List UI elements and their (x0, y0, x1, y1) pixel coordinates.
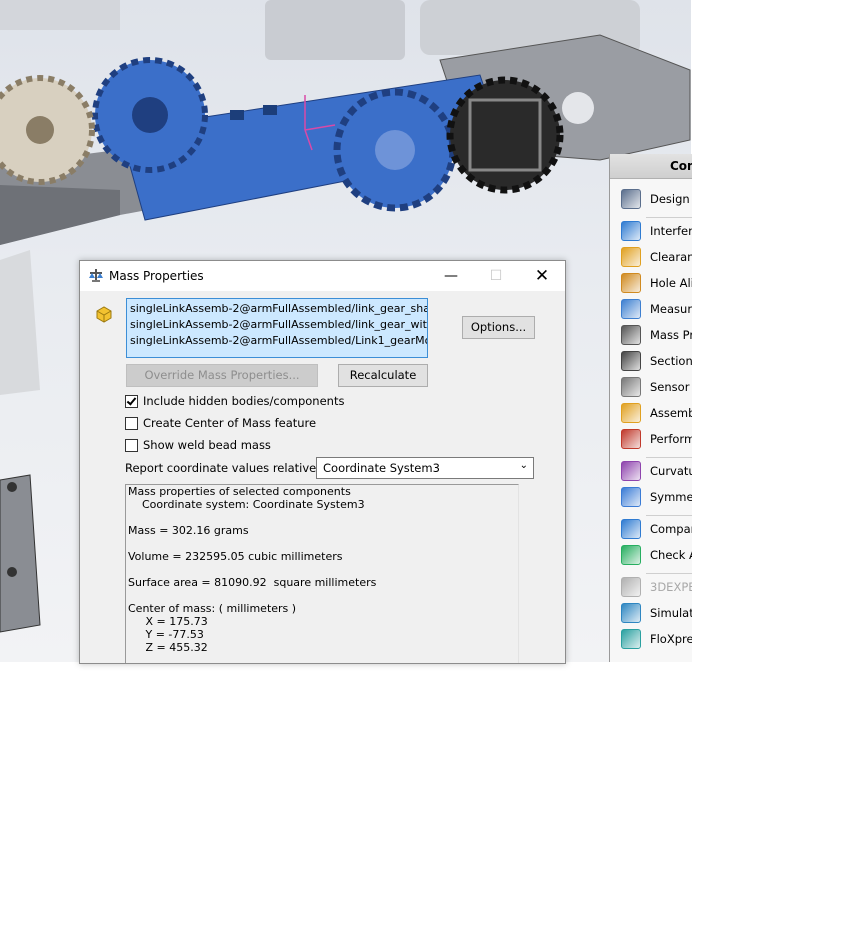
hole-alignment-icon (621, 273, 641, 293)
performance-icon (621, 429, 641, 449)
blue-gear-left (92, 57, 208, 173)
checkbox-unchecked[interactable] (125, 438, 138, 452)
include-hidden-checkbox[interactable]: Include hidden bodies/components (125, 393, 344, 409)
close-button[interactable]: ✕ (519, 261, 565, 291)
simulation-icon (621, 603, 641, 623)
maximize-button: ☐ (473, 261, 519, 291)
menu-item-hole-alignment[interactable]: Hole Alig (610, 271, 692, 295)
floxpress-icon (621, 629, 641, 649)
results-surface-area: Surface area = 81090.92 square millimete… (128, 576, 377, 589)
menu-item-clearance[interactable]: Clearanc (610, 245, 692, 269)
selected-item[interactable]: singleLinkAssemb-2@armFullAssembled/link… (127, 317, 427, 333)
menu-item-curvature[interactable]: Curvatur (610, 459, 692, 483)
mass-properties-results[interactable]: Mass properties of selected components C… (125, 484, 519, 663)
results-center-of-mass-heading: Center of mass: ( millimeters ) (128, 602, 297, 615)
show-weld-bead-checkbox[interactable]: Show weld bead mass (125, 437, 271, 453)
menu-item-performance[interactable]: Performa (610, 427, 692, 451)
menu-item-design-study[interactable]: Design S (610, 187, 692, 211)
menu-item-label: Assembly (650, 406, 692, 420)
menu-separator (646, 515, 692, 516)
menu-item-label: FloXpres (650, 632, 692, 646)
menu-title: Com (610, 154, 692, 179)
coordinate-system-select[interactable]: Coordinate System3 ⌄ (316, 457, 534, 479)
menu-item-label: Clearanc (650, 250, 692, 264)
results-coordinate-system: Coordinate system: Coordinate System3 (128, 498, 365, 511)
menu-item-assembly[interactable]: Assembly (610, 401, 692, 425)
menu-item-sensor[interactable]: Sensor (610, 375, 692, 399)
clearance-icon (621, 247, 641, 267)
3dexperience-icon (621, 577, 641, 597)
menu-item-label: Design S (650, 192, 692, 206)
coordinate-system-value: Coordinate System3 (323, 461, 440, 475)
design-study-icon (621, 189, 641, 209)
dialog-titlebar[interactable]: Mass Properties — ☐ ✕ (80, 261, 565, 291)
menu-item-check-active[interactable]: Check Ac (610, 543, 692, 567)
menu-item-label: Sensor (650, 380, 690, 394)
interference-icon (621, 221, 641, 241)
menu-item-label: Hole Alig (650, 276, 692, 290)
menu-item-floxpress[interactable]: FloXpres (610, 627, 692, 651)
results-mass: Mass = 302.16 grams (128, 524, 249, 537)
menu-item-label: Curvatur (650, 464, 692, 478)
curvature-icon (621, 461, 641, 481)
override-mass-properties-button: Override Mass Properties... (126, 364, 318, 387)
selected-item[interactable]: singleLinkAssemb-2@armFullAssembled/link… (127, 301, 427, 317)
menu-item-label: Section P (650, 354, 692, 368)
menu-item-label: Interfere (650, 224, 692, 238)
checkbox-label: Create Center of Mass feature (143, 416, 317, 430)
sensor-icon (621, 377, 641, 397)
component-icon (96, 306, 112, 323)
results-com-x: X = 175.73 (128, 615, 208, 628)
menu-item-label: Symmetr (650, 490, 692, 504)
menu-item-label: 3DEXPER (650, 580, 692, 594)
check-active-icon (621, 545, 641, 565)
menu-item-3dexperience: 3DEXPER (610, 575, 692, 599)
menu-item-mass-properties[interactable]: Mass Pro (610, 323, 692, 347)
menu-item-label: Measure (650, 302, 692, 316)
checkbox-checked[interactable] (125, 394, 138, 408)
mass-properties-icon (89, 269, 103, 282)
results-com-z: Z = 455.32 (128, 641, 208, 654)
maximize-icon: ☐ (489, 268, 503, 284)
options-button[interactable]: Options... (462, 316, 535, 339)
mass-properties-dialog: Mass Properties — ☐ ✕ singleLinkAssemb-2… (79, 260, 566, 664)
create-center-of-mass-checkbox[interactable]: Create Center of Mass feature (125, 415, 316, 431)
close-icon: ✕ (534, 266, 550, 286)
results-heading: Mass properties of selected components (128, 485, 351, 498)
compare-icon (621, 519, 641, 539)
dialog-title: Mass Properties (109, 269, 204, 283)
mass-properties-icon (621, 325, 641, 345)
assembly-icon (621, 403, 641, 423)
checkbox-unchecked[interactable] (125, 416, 138, 430)
menu-separator (646, 217, 692, 218)
evaluate-command-menu: Com Design S Interfere Clearanc Hole Alig Me… (609, 154, 692, 662)
menu-item-label: Compare (650, 522, 692, 536)
menu-item-label: Simulatio (650, 606, 692, 620)
menu-item-interference[interactable]: Interfere (610, 219, 692, 243)
minimize-button[interactable]: — (428, 261, 474, 291)
menu-item-simulation[interactable]: Simulatio (610, 601, 692, 625)
results-com-y: Y = -77.53 (128, 628, 204, 641)
symmetry-icon (621, 487, 641, 507)
results-volume: Volume = 232595.05 cubic millimeters (128, 550, 343, 563)
minimize-icon: — (444, 268, 458, 284)
menu-item-label: Performa (650, 432, 692, 446)
recalculate-button[interactable]: Recalculate (338, 364, 428, 387)
menu-item-label: Check Ac (650, 548, 692, 562)
section-properties-icon (621, 351, 641, 371)
measure-icon (621, 299, 641, 319)
report-coordinate-label: Report coordinate values relative to: (125, 461, 336, 475)
selected-items-list[interactable]: singleLinkAssemb-2@armFullAssembled/link… (126, 298, 428, 358)
checkbox-label: Show weld bead mass (143, 438, 271, 452)
selected-item[interactable]: singleLinkAssemb-2@armFullAssembled/Link… (127, 333, 427, 349)
menu-item-section-properties[interactable]: Section P (610, 349, 692, 373)
chevron-down-icon: ⌄ (519, 460, 528, 471)
menu-item-compare[interactable]: Compare (610, 517, 692, 541)
menu-item-label: Mass Pro (650, 328, 692, 342)
menu-item-symmetry[interactable]: Symmetr (610, 485, 692, 509)
checkbox-label: Include hidden bodies/components (143, 394, 345, 408)
menu-separator (646, 457, 692, 458)
menu-item-measure[interactable]: Measure (610, 297, 692, 321)
menu-separator (646, 573, 692, 574)
